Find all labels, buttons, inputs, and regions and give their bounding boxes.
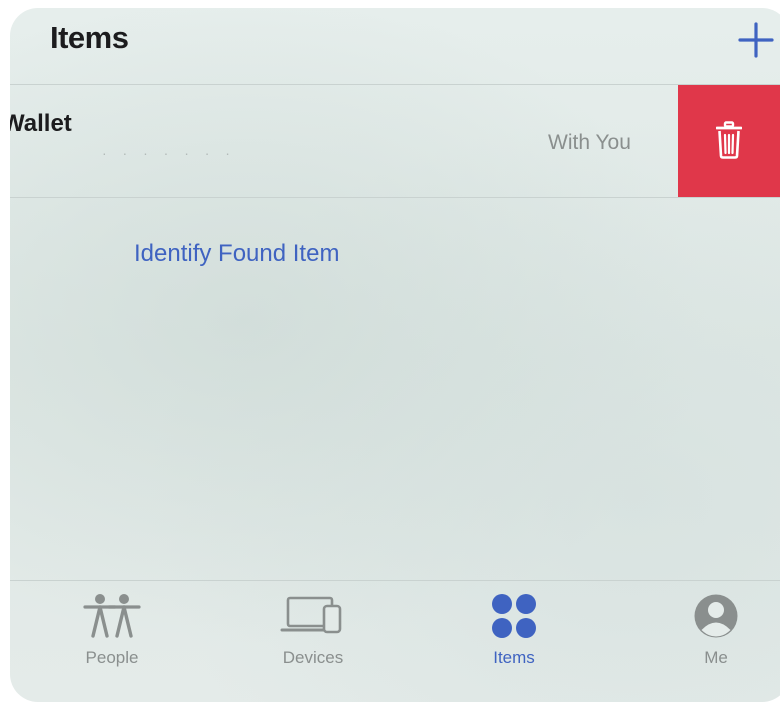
delete-button[interactable] — [678, 85, 780, 197]
trash-icon — [716, 121, 742, 159]
page-title: Items — [50, 20, 129, 55]
tab-bar: People Devices Items Me — [10, 581, 780, 702]
tab-devices[interactable]: Devices — [243, 581, 383, 681]
people-icon — [83, 594, 141, 638]
item-status: With You — [548, 131, 631, 154]
list-item[interactable]: Wallet · · · · · · · With You — [10, 85, 780, 197]
tab-label: Items — [493, 648, 535, 667]
items-icon — [492, 594, 536, 638]
tab-items[interactable]: Items — [444, 581, 584, 681]
nav-header: Items — [10, 8, 780, 84]
item-name: Wallet — [10, 110, 72, 137]
devices-icon — [280, 596, 342, 634]
person-circle-icon — [694, 594, 738, 638]
tab-label: Me — [704, 648, 728, 667]
item-subtitle: · · · · · · · — [102, 145, 236, 161]
tab-me[interactable]: Me — [646, 581, 780, 681]
plus-icon — [738, 22, 774, 58]
divider — [10, 197, 780, 198]
app-window: Items Wallet · · · · · · · With You Iden… — [10, 8, 780, 702]
tab-label: Devices — [282, 648, 344, 667]
identify-found-item-link[interactable]: Identify Found Item — [134, 240, 339, 268]
tab-label: People — [85, 648, 139, 667]
add-item-button[interactable] — [736, 20, 776, 60]
tab-people[interactable]: People — [42, 581, 182, 681]
